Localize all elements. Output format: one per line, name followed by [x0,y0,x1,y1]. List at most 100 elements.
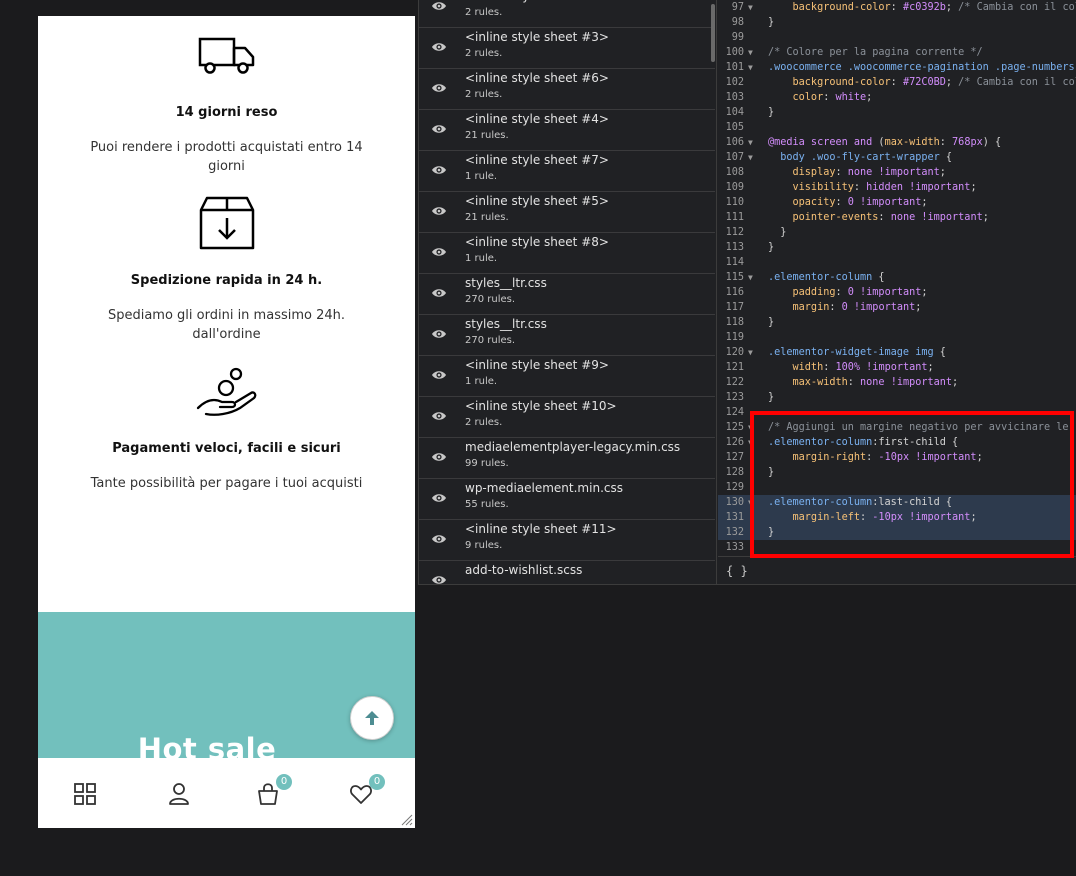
stylesheet-item[interactable]: <inline style sheet #11> 9 rules. [419,520,715,561]
fold-toggle-icon[interactable]: ▼ [748,270,753,285]
stylesheet-rule-count: 2 rules. [465,89,503,100]
eye-icon[interactable] [431,492,447,504]
stylesheet-item[interactable]: <inline style sheet #4> 21 rules. [419,110,715,151]
nav-categories-button[interactable] [73,782,99,808]
code-text: background-color: #c0392b; /* Cambia con… [768,2,1076,13]
stylesheet-item[interactable]: mediaelementplayer-legacy.min.css 99 rule… [419,438,715,479]
resize-grip-icon[interactable] [401,814,413,826]
eye-icon[interactable] [431,205,447,217]
stylesheet-item[interactable]: <inline style sheet #10> 2 rules. [419,397,715,438]
code-line[interactable]: 100 ▼ /* Colore per la pagina corrente */ [718,45,1076,60]
eye-icon[interactable] [431,410,447,422]
code-line[interactable]: 110 opacity: 0 !important; [718,195,1076,210]
stylesheet-name: mediaelementplayer-legacy.min.css [465,440,681,454]
stylesheet-name: styles__ltr.css [465,276,547,290]
stylesheet-item[interactable]: <inline style sheet #6> 2 rules. [419,69,715,110]
code-line[interactable]: 98} [718,15,1076,30]
line-number: 126 [725,437,744,448]
eye-icon[interactable] [431,451,447,463]
fold-toggle-icon[interactable]: ▼ [748,60,753,75]
code-line[interactable]: 106 ▼ @media screen and (max-width: 768px)… [718,135,1076,150]
code-line[interactable]: 116 padding: 0 !important; [718,285,1076,300]
stylesheet-item[interactable]: <inline style sheet #2> 2 rules. [419,0,715,28]
line-number: 97 [731,2,744,13]
stylesheet-item[interactable]: add-to-wishlist.scss [419,561,715,585]
truck-icon [198,37,254,74]
stylesheet-name: <inline style sheet #4> [465,112,609,126]
eye-icon[interactable] [431,287,447,299]
line-number: 106 [725,137,744,148]
code-line[interactable]: 121 width: 100% !important; [718,360,1076,375]
fold-toggle-icon[interactable]: ▼ [748,345,753,360]
stylesheet-item[interactable]: <inline style sheet #8> 1 rule. [419,233,715,274]
code-line[interactable]: 99 [718,30,1076,45]
code-line[interactable]: 108 display: none !important; [718,165,1076,180]
stylesheet-item[interactable]: styles__ltr.css 270 rules. [419,274,715,315]
fold-toggle-icon[interactable]: ▼ [748,150,753,165]
code-line[interactable]: 123} [718,390,1076,405]
code-text: max-width: none !important; [768,377,959,388]
line-number: 99 [731,32,744,43]
eye-icon[interactable] [431,0,447,12]
code-line[interactable]: 102 background-color: #72C0BD; /* Cambia… [718,75,1076,90]
nav-wishlist-button[interactable]: 0 [349,774,385,808]
stylesheet-item[interactable]: <inline style sheet #9> 1 rule. [419,356,715,397]
eye-icon[interactable] [431,41,447,53]
code-line[interactable]: 104} [718,105,1076,120]
stylesheet-list-scrollbar[interactable] [711,4,715,62]
code-text: width: 100% !important; [768,362,934,373]
stylesheet-rule-count: 2 rules. [465,417,503,428]
code-line[interactable]: 113} [718,240,1076,255]
code-line[interactable]: 107 ▼ body .woo-fly-cart-wrapper { [718,150,1076,165]
code-line[interactable]: 105 [718,120,1076,135]
feature-description: Puoi rendere i prodotti acquistati entro… [90,140,363,174]
code-line[interactable]: 115 ▼ .elementor-column { [718,270,1076,285]
line-number: 121 [725,362,744,373]
eye-icon[interactable] [431,82,447,94]
line-number: 101 [725,62,744,73]
stylesheet-item[interactable]: styles__ltr.css 270 rules. [419,315,715,356]
nav-cart-button[interactable]: 0 [256,774,292,808]
stylesheet-item[interactable]: <inline style sheet #7> 1 rule. [419,151,715,192]
stylesheet-name: <inline style sheet #3> [465,30,609,44]
code-line[interactable]: 101 ▼ .woocommerce .woocommerce-pagination… [718,60,1076,75]
fold-toggle-icon[interactable]: ▼ [748,135,753,150]
code-line[interactable]: 111 pointer-events: none !important; [718,210,1076,225]
pretty-print-button[interactable]: { } [726,564,748,578]
eye-icon[interactable] [431,164,447,176]
code-line[interactable]: 120 ▼ .elementor-widget-image img { [718,345,1076,360]
scroll-to-top-button[interactable] [350,696,394,740]
code-line[interactable]: 112 } [718,225,1076,240]
code-line[interactable]: 117 margin: 0 !important; [718,300,1076,315]
fold-toggle-icon[interactable]: ▼ [748,45,753,60]
bottom-navigation: 0 0 [38,758,415,828]
feature-payments: Pagamenti veloci, facili e sicuri Tante … [38,356,415,516]
stylesheet-item[interactable]: <inline style sheet #5> 21 rules. [419,192,715,233]
eye-icon[interactable] [431,246,447,258]
code-line[interactable]: 122 max-width: none !important; [718,375,1076,390]
eye-icon[interactable] [431,123,447,135]
code-line[interactable]: 97 ▼ background-color: #c0392b; /* Cambia… [718,0,1076,15]
stylesheet-rule-count: 2 rules. [465,7,503,18]
code-line[interactable]: 119 [718,330,1076,345]
eye-icon[interactable] [431,533,447,545]
nav-account-button[interactable] [167,782,193,808]
wishlist-count-badge: 0 [369,774,385,790]
code-line[interactable]: 109 visibility: hidden !important; [718,180,1076,195]
code-line[interactable]: 103 color: white; [718,90,1076,105]
feature-shipping: Spedizione rapida in 24 h. Spediamo gli … [38,186,415,356]
eye-icon[interactable] [431,369,447,381]
line-number: 129 [725,482,744,493]
feature-returns: 14 giorni reso Puoi rendere i prodotti a… [38,16,415,186]
stylesheet-item[interactable]: <inline style sheet #3> 2 rules. [419,28,715,69]
code-line[interactable]: 118} [718,315,1076,330]
code-line[interactable]: 114 [718,255,1076,270]
editor-footer: { } [718,556,1076,584]
feature-title: Pagamenti veloci, facili e sicuri [112,441,341,456]
line-number: 100 [725,47,744,58]
line-number: 98 [731,17,744,28]
eye-icon[interactable] [431,328,447,340]
stylesheet-item[interactable]: wp-mediaelement.min.css 55 rules. [419,479,715,520]
eye-icon[interactable] [431,574,447,585]
fold-toggle-icon[interactable]: ▼ [748,0,753,15]
